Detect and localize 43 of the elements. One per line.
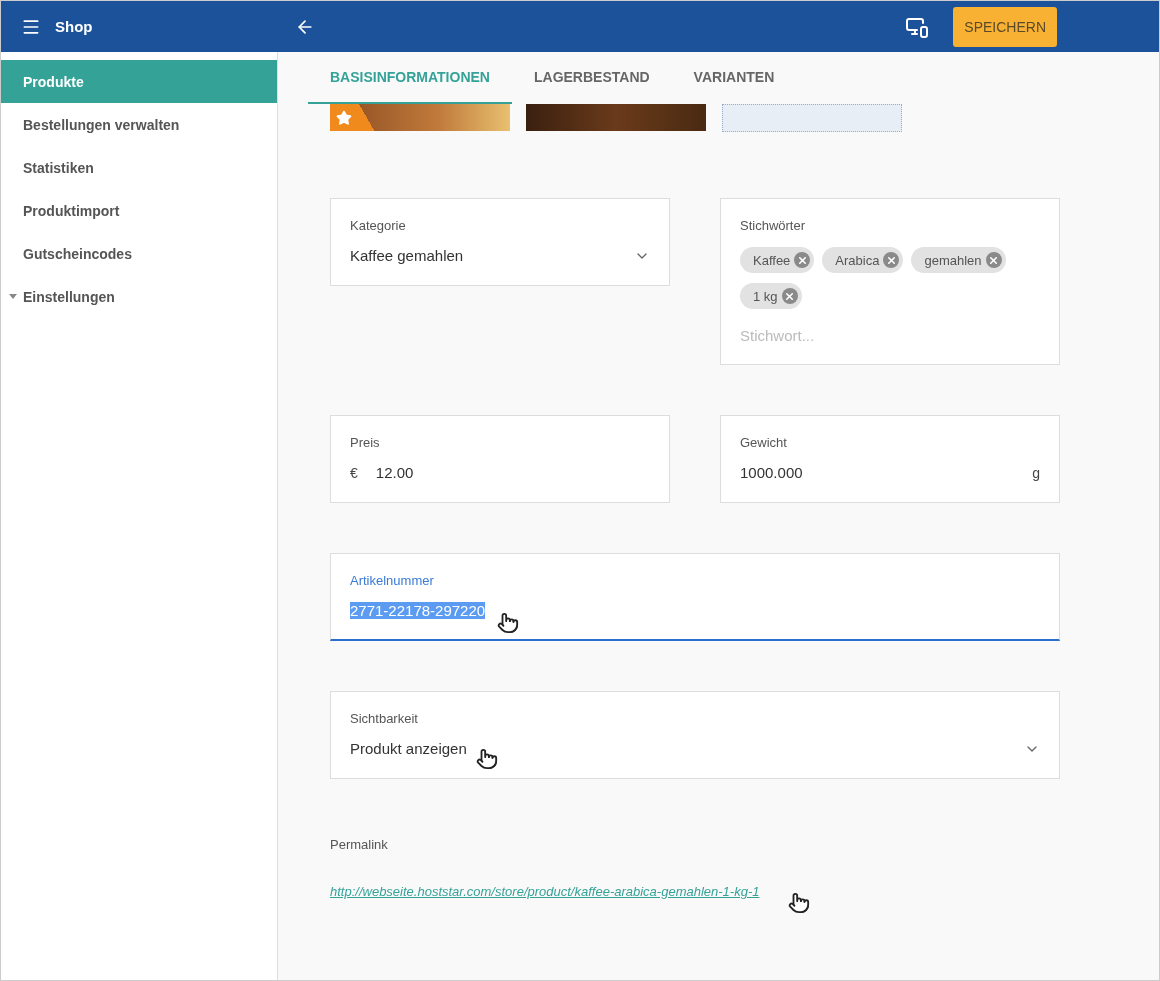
field-label: Kategorie	[350, 218, 407, 233]
article-number-value: 2771-22178-297220	[350, 602, 486, 619]
select-value: Produkt anzeigen	[350, 740, 468, 757]
tab[interactable]: LAGERBESTAND	[511, 52, 672, 104]
form-field[interactable]: Artikelnummer 2771-22178-297220	[330, 553, 1060, 641]
weight-value: 1000.000	[740, 464, 804, 481]
sidebar-item[interactable]: Produktimport	[1, 189, 277, 232]
sidebar-item[interactable]: Bestellungen verwalten	[1, 103, 277, 146]
form-field[interactable]: Preis € 12.00	[330, 415, 670, 503]
field-label: Preis	[350, 435, 381, 450]
form-field[interactable]: Stichwörter Kaffee Arabica gemahlen 1 kg Stichwort...	[720, 198, 1060, 365]
app-title: Shop	[55, 18, 93, 35]
form-field[interactable]: Sichtbarkeit Produkt anzeigen	[330, 691, 1060, 779]
keyword-chip: gemahlen	[911, 247, 1006, 273]
form-field[interactable]: Gewicht 1000.000 g	[720, 415, 1060, 503]
sidebar-item[interactable]: Statistiken	[1, 146, 277, 189]
hand-pointer-icon	[476, 748, 498, 770]
field-label: Stichwörter	[740, 218, 807, 233]
select-value: Kaffee gemahlen	[350, 247, 465, 264]
hand-pointer-icon	[497, 612, 519, 634]
field-label: Artikelnummer	[350, 573, 435, 588]
remove-tag-icon[interactable]	[883, 252, 900, 268]
hand-pointer-icon	[788, 892, 810, 914]
tab[interactable]: VARIANTEN	[671, 52, 797, 104]
sidebar-item[interactable]: Einstellungen	[1, 275, 277, 318]
image-drop-area[interactable]	[722, 104, 902, 132]
keyword-chip: 1 kg	[740, 283, 802, 309]
remove-tag-icon[interactable]	[985, 252, 1002, 268]
price-value: 12.00	[375, 464, 414, 481]
caret-icon	[9, 294, 17, 299]
unit-suffix: g	[1032, 464, 1040, 481]
form-field[interactable]: Kategorie Kaffee gemahlen	[330, 198, 670, 286]
remove-tag-icon[interactable]	[781, 288, 798, 304]
currency-symbol: €	[350, 464, 358, 481]
permalink-label: Permalink	[330, 837, 389, 852]
sidebar-item[interactable]: Gutscheincodes	[1, 232, 277, 275]
save-button[interactable]: SPEICHERN	[953, 6, 1057, 47]
remove-tag-icon[interactable]	[794, 252, 811, 268]
keyword-chip: Kaffee	[740, 247, 815, 273]
field-label: Sichtbarkeit	[350, 711, 419, 726]
field-label: Gewicht	[740, 435, 788, 450]
keyword-chip: Arabica	[822, 247, 904, 273]
photo-placeholder[interactable]	[330, 104, 510, 131]
